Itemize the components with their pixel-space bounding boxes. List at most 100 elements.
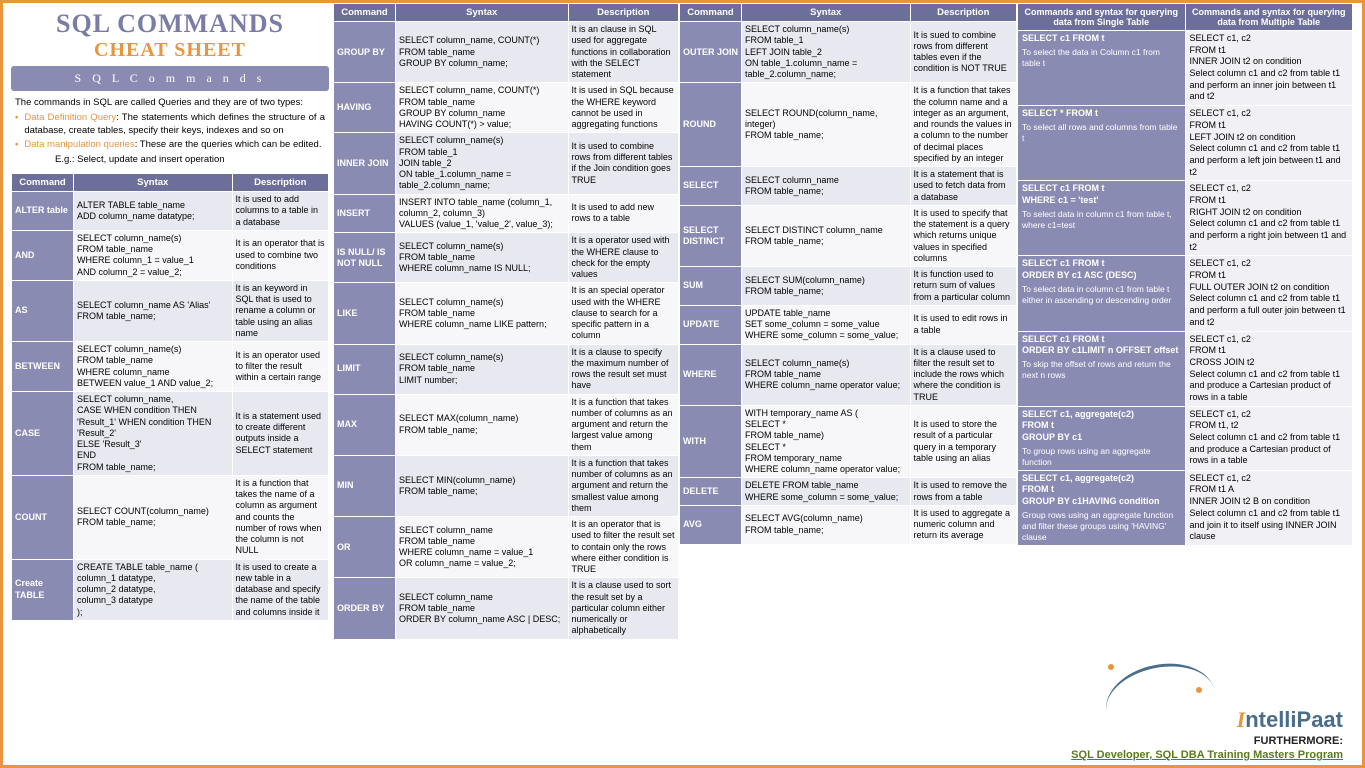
syntax-cell: SELECT column_name, COUNT(*)FROM table_n… [396,83,569,133]
description-cell: It is function used to return sum of val… [910,267,1017,306]
ref-multi-cell: SELECT c1, c2FROM t1CROSS JOIN t2Select … [1185,331,1353,406]
intro-term-2: Data manipulation queries [24,139,134,150]
command-cell: COUNT [12,475,74,559]
syntax-cell: SELECT column_name(s)FROM table_nameWHER… [74,230,233,280]
table-row: SELECT c1 FROM tORDER BY c1 ASC (DESC)To… [1018,256,1353,331]
ref-multi-cell: SELECT c1, c2FROM t1, t2Select column c1… [1185,406,1353,470]
syntax-cell: SELECT column_nameFROM table_name; [742,167,911,206]
description-cell: It is used to add new rows to a table [568,194,679,233]
syntax-cell: INSERT INTO table_name (column_1, column… [396,194,569,233]
ref-multi-cell: SELECT c1, c2FROM t1LEFT JOIN t2 on cond… [1185,106,1353,181]
command-cell: GROUP BY [334,22,396,83]
left-panel: SQL COMMANDS CHEAT SHEET S Q L C o m m a… [3,3,333,765]
syntax-cell: SELECT column_name, COUNT(*)FROM table_n… [396,22,569,83]
th-syntax: Syntax [74,174,233,192]
command-cell: CASE [12,392,74,476]
command-cell: BETWEEN [12,342,74,392]
th-desc: Description [568,4,679,22]
table-row: SELECT * FROM tTo select all rows and co… [1018,106,1353,181]
command-cell: INNER JOIN [334,133,396,194]
reference-table-wrap: Commands and syntax for querying data fr… [1017,3,1353,546]
description-cell: It is an operator used to filter the res… [232,342,329,392]
command-cell: ROUND [680,83,742,167]
description-cell: It is used to edit rows in a table [910,305,1017,344]
syntax-cell: DELETE FROM table_nameWHERE some_column … [742,478,911,506]
table-row: SELECT c1, aggregate(c2)FROM tGROUP BY c… [1018,406,1353,470]
description-cell: It is a clause to specify the maximum nu… [568,344,679,394]
table-row: WHERESELECT column_name(s)FROM table_nam… [680,344,1017,405]
description-cell: It is used to remove the rows from a tab… [910,478,1017,506]
description-cell: It is a operator used with the WHERE cla… [568,233,679,283]
syntax-cell: CREATE TABLE table_name (column_1 dataty… [74,559,233,620]
bullet-icon: • [15,112,18,138]
command-cell: WHERE [680,344,742,405]
description-cell: It is a statement used to create differe… [232,392,329,476]
brand-logo: IntelliPaat [1237,707,1343,733]
middle-panel-1: Command Syntax Description GROUP BYSELEC… [333,3,679,765]
command-cell: DELETE [680,478,742,506]
table-row: SUMSELECT SUM(column_name)FROM table_nam… [680,267,1017,306]
table-row: CASESELECT column_name,CASE WHEN conditi… [12,392,329,476]
command-cell: AS [12,280,74,341]
th-desc: Description [910,4,1017,22]
syntax-cell: SELECT column_name(s)FROM table_nameWHER… [396,233,569,283]
right-panel: Commands and syntax for querying data fr… [1017,3,1353,765]
description-cell: It is used in SQL because the WHERE keyw… [568,83,679,133]
syntax-cell: SELECT MIN(column_name)FROM table_name; [396,455,569,516]
ref-multi-cell: SELECT c1, c2FROM t1 AINNER JOIN t2 B on… [1185,470,1353,545]
table-row: MAXSELECT MAX(column_name)FROM table_nam… [334,394,679,455]
description-cell: It is used to create a new table in a da… [232,559,329,620]
ref-single-cell: SELECT c1, aggregate(c2)FROM tGROUP BY c… [1018,406,1186,470]
command-cell: UPDATE [680,305,742,344]
page-title-main: SQL COMMANDS [11,7,329,39]
command-cell: OR [334,517,396,578]
table-row: ROUNDSELECT ROUND(column_name, integer)F… [680,83,1017,167]
table-row: INNER JOINSELECT column_name(s)FROM tabl… [334,133,679,194]
description-cell: It is used to aggregate a numeric column… [910,505,1017,544]
syntax-cell: SELECT column_name(s)FROM table_1LEFT JO… [742,22,911,83]
middle-panel-2: Command Syntax Description OUTER JOINSEL… [679,3,1017,765]
table-row: SELECTSELECT column_nameFROM table_name;… [680,167,1017,206]
ref-single-cell: SELECT * FROM tTo select all rows and co… [1018,106,1186,181]
table-row: WITHWITH temporary_name AS (SELECT *FROM… [680,405,1017,478]
syntax-cell: SELECT column_nameFROM table_nameWHERE c… [396,517,569,578]
command-cell: LIMIT [334,344,396,394]
table-row: Create TABLECREATE TABLE table_name (col… [12,559,329,620]
ref-single-cell: SELECT c1 FROM tORDER BY c1LIMIT n OFFSE… [1018,331,1186,406]
training-link[interactable]: SQL Developer, SQL DBA Training Masters … [1071,749,1343,761]
ref-single-cell: SELECT c1 FROM tWHERE c1 = 'test'To sele… [1018,181,1186,256]
command-cell: LIKE [334,283,396,344]
syntax-cell: SELECT DISTINCT column_nameFROM table_na… [742,205,911,266]
bullet-icon: • [15,139,18,152]
table-row: ORSELECT column_nameFROM table_nameWHERE… [334,517,679,578]
th-syntax: Syntax [742,4,911,22]
table-row: SELECT c1 FROM tWHERE c1 = 'test'To sele… [1018,181,1353,256]
table-row: INSERTINSERT INTO table_name (column_1, … [334,194,679,233]
command-cell: INSERT [334,194,396,233]
syntax-cell: WITH temporary_name AS (SELECT *FROM tab… [742,405,911,478]
description-cell: It is a statement that is used to fetch … [910,167,1017,206]
description-cell: It is a function that takes number of co… [568,455,679,516]
table-row: IS NULL/ IS NOT NULLSELECT column_name(s… [334,233,679,283]
syntax-cell: UPDATE table_nameSET some_column = some_… [742,305,911,344]
syntax-cell: ALTER TABLE table_nameADD column_name da… [74,192,233,231]
command-cell: ALTER table [12,192,74,231]
th-command: Command [334,4,396,22]
th-syntax: Syntax [396,4,569,22]
logo-letter-i: I [1237,707,1246,732]
intro-text-2: : These are the queries which can be edi… [135,139,322,150]
commands-table-1: Command Syntax Description GROUP BYSELEC… [333,3,679,640]
command-cell: ORDER BY [334,578,396,639]
table-row: DELETEDELETE FROM table_nameWHERE some_c… [680,478,1017,506]
command-cell: WITH [680,405,742,478]
syntax-cell: SELECT AVG(column_name)FROM table_name; [742,505,911,544]
command-cell: OUTER JOIN [680,22,742,83]
intro-term-1: Data Definition Query [24,112,116,123]
th-command: Command [12,174,74,192]
command-cell: SUM [680,267,742,306]
syntax-cell: SELECT column_name(s)FROM table_nameLIMI… [396,344,569,394]
description-cell: It is used to store the result of a part… [910,405,1017,478]
syntax-cell: SELECT column_name(s)FROM table_nameWHER… [742,344,911,405]
syntax-cell: SELECT column_name(s)FROM table_1JOIN ta… [396,133,569,194]
ref-header-single: Commands and syntax for querying data fr… [1018,4,1186,31]
